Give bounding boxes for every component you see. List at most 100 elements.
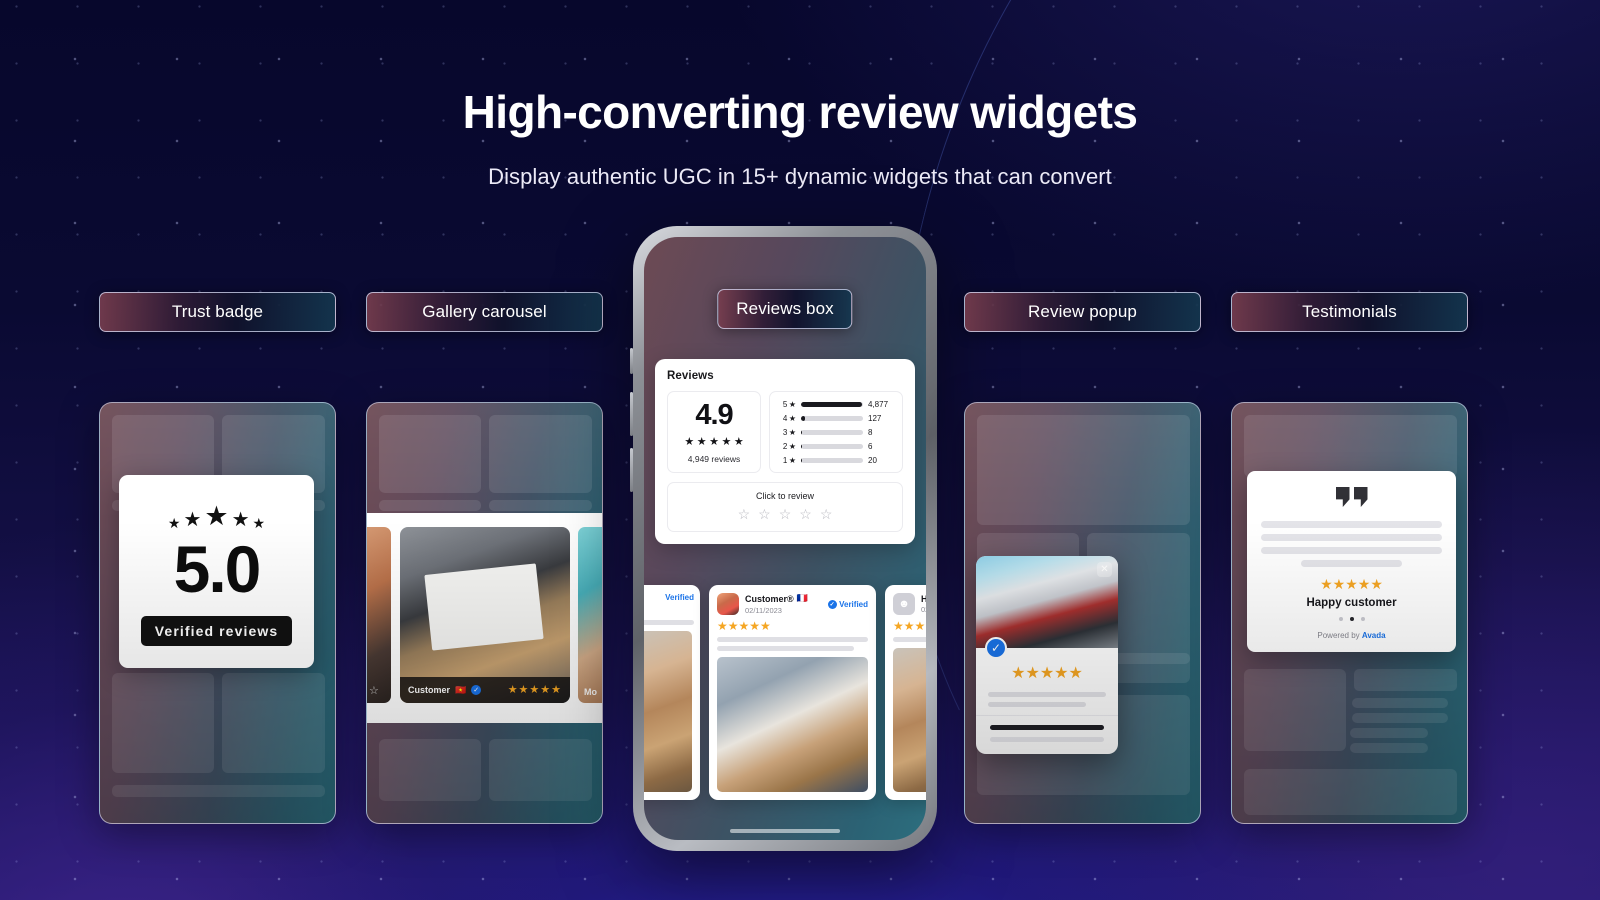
review-text-line xyxy=(644,620,694,625)
phone-screen: Reviews box Reviews 4.9 ★ ★ ★ ★ ★ 4,949 revi… xyxy=(644,237,926,840)
review-card-header: Customer® 🇫🇷 02/11/2023 ✓ Verified xyxy=(709,585,876,619)
carousel-dot-2[interactable] xyxy=(1349,617,1354,621)
testimonial-text-line xyxy=(1261,534,1442,541)
verified-badge: ✓ Verified xyxy=(827,599,868,609)
review-photo[interactable] xyxy=(717,657,868,792)
popup-product-title-line xyxy=(990,725,1104,730)
carousel-slide-active[interactable]: Customer 🇻🇳 ✓ ★★★★★ xyxy=(400,527,570,703)
gallery-carousel-widget[interactable]: ☆ Customer 🇻🇳 ✓ ★★★★★ Mo xyxy=(367,513,602,723)
testimonial-stars: ★★★★★ xyxy=(1320,576,1383,592)
reviews-box-widget[interactable]: Reviews 4.9 ★ ★ ★ ★ ★ 4,949 reviews 5 ★ … xyxy=(655,359,915,544)
breakdown-bar-track xyxy=(801,443,863,449)
review-card[interactable]: ☻ Happy Brand 02/11/2023 ★★★★★ xyxy=(885,585,926,800)
breakdown-star-number: 1 xyxy=(782,455,788,465)
breakdown-bar-track xyxy=(801,429,863,435)
star-icon: ★ xyxy=(788,427,796,437)
review-photo[interactable] xyxy=(644,631,692,792)
placeholder-block xyxy=(379,739,481,801)
click-to-review-stars[interactable]: ☆ ☆ ☆ ☆ ☆ xyxy=(672,507,898,521)
review-author-name: Customer® 🇫🇷 xyxy=(745,593,808,604)
breakdown-star-number: 2 xyxy=(782,441,788,451)
pill-review-popup[interactable]: Review popup xyxy=(964,292,1201,332)
powered-by: Powered by Avada xyxy=(1261,631,1442,640)
column-review-popup: Review popup ✕ ✓ ★★★★★ xyxy=(964,292,1201,824)
placeholder-block xyxy=(489,415,592,493)
trust-badge-score: 5.0 xyxy=(173,532,262,606)
testimonial-author: Happy customer xyxy=(1306,597,1397,609)
reviews-average-stars: ★ ★ ★ ★ ★ xyxy=(684,436,744,448)
carousel-caption-stars: ★★★★★ xyxy=(507,683,562,696)
popup-photo[interactable]: ✕ xyxy=(976,556,1118,648)
person-icon: ☻ xyxy=(898,598,910,610)
testimonial-text-line xyxy=(1300,560,1403,567)
close-icon[interactable]: ✕ xyxy=(1097,562,1112,577)
testimonial-widget[interactable]: ★★★★★ Happy customer Powered by Avada xyxy=(1247,471,1456,652)
verified-label: Verified xyxy=(839,599,868,609)
reviews-breakdown-panel: 5 ★ 4,877 4 ★ 127 3 ★ 8 2 ★ 6 1 ★ 20 xyxy=(769,391,903,473)
review-stars: ★★★★★ xyxy=(893,619,926,633)
carousel-slide-prev[interactable]: ☆ xyxy=(367,527,391,703)
divider xyxy=(976,715,1118,716)
rating-star-2[interactable]: ☆ xyxy=(758,507,771,521)
verified-check-icon: ✓ xyxy=(827,599,837,609)
phone-mockup: Reviews box Reviews 4.9 ★ ★ ★ ★ ★ 4,949 revi… xyxy=(630,226,937,851)
pill-testimonials[interactable]: Testimonials xyxy=(1231,292,1468,332)
pill-trust-badge[interactable]: Trust badge xyxy=(99,292,336,332)
carousel-dots[interactable] xyxy=(1261,617,1442,621)
rating-star-4[interactable]: ☆ xyxy=(799,507,812,521)
placeholder-block xyxy=(977,415,1190,525)
column-trust-badge: Trust badge ★ ★ ★ ★ ★ 5.0 Verified revie… xyxy=(99,292,336,824)
flag-icon: 🇫🇷 xyxy=(796,593,808,604)
powered-by-brand[interactable]: Avada xyxy=(1362,631,1386,640)
carousel-dot-1[interactable] xyxy=(1338,617,1343,621)
click-to-review-panel[interactable]: Click to review ☆ ☆ ☆ ☆ ☆ xyxy=(667,482,903,532)
phone-volume-up-button[interactable] xyxy=(630,392,633,436)
review-card[interactable]: Verified xyxy=(644,585,700,800)
review-date: 02/11/2023 xyxy=(921,605,926,615)
carousel-slide-next[interactable]: Mo xyxy=(578,527,602,703)
rating-star-3[interactable]: ☆ xyxy=(779,507,792,521)
placeholder-line xyxy=(1350,743,1428,753)
review-date: 02/11/2023 xyxy=(745,605,782,615)
rating-star-1[interactable]: ☆ xyxy=(738,507,751,521)
breakdown-count: 8 xyxy=(868,427,873,437)
carousel-dot-3[interactable] xyxy=(1360,617,1365,621)
click-to-review-label: Click to review xyxy=(755,491,814,501)
popup-text-line xyxy=(988,692,1106,697)
flag-icon: 🇻🇳 xyxy=(455,684,467,695)
trust-badge-widget[interactable]: ★ ★ ★ ★ ★ 5.0 Verified reviews xyxy=(119,475,314,668)
review-text-line xyxy=(717,646,854,651)
rating-star-5[interactable]: ☆ xyxy=(820,507,833,521)
placeholder-block xyxy=(489,739,592,801)
placeholder-line xyxy=(1350,728,1428,738)
breakdown-row: 3 ★ 8 xyxy=(778,428,894,437)
trust-badge-stars: ★ ★ ★ ★ ★ xyxy=(167,501,266,531)
popup-product-subtitle-line xyxy=(990,737,1104,742)
carousel-caption-bar: Customer 🇻🇳 ✓ ★★★★★ xyxy=(400,677,570,703)
phone-volume-down-button[interactable] xyxy=(630,448,633,492)
breakdown-count: 127 xyxy=(868,413,882,423)
widget-columns: Trust badge ★ ★ ★ ★ ★ 5.0 Verified revie… xyxy=(0,0,1600,900)
pill-gallery-carousel[interactable]: Gallery carousel xyxy=(366,292,603,332)
mock-site-gallery: ☆ Customer 🇻🇳 ✓ ★★★★★ Mo xyxy=(366,402,603,824)
carousel-slide-star-icon: ☆ xyxy=(369,685,379,697)
reviews-average-score: 4.9 xyxy=(695,399,733,431)
review-stars: ★★★★★ xyxy=(717,619,771,633)
phone-silent-switch[interactable] xyxy=(630,348,633,374)
avatar: ☻ xyxy=(893,593,915,615)
review-cards-strip[interactable]: Verified Customer® � xyxy=(644,585,926,800)
pill-reviews-box[interactable]: Reviews box xyxy=(717,289,853,329)
testimonial-text-line xyxy=(1261,547,1442,554)
review-popup-widget[interactable]: ✕ ✓ ★★★★★ xyxy=(976,556,1118,754)
carousel-caption-name: Customer xyxy=(408,685,451,695)
mock-site-popup: ✕ ✓ ★★★★★ xyxy=(964,402,1201,824)
placeholder-line xyxy=(112,785,325,797)
breakdown-count: 6 xyxy=(868,441,873,451)
review-photo[interactable] xyxy=(893,648,926,792)
placeholder-line xyxy=(1354,669,1457,691)
reviews-total-count: 4,949 reviews xyxy=(687,454,741,464)
breakdown-bar-fill xyxy=(801,415,805,421)
breakdown-star-number: 3 xyxy=(782,427,788,437)
verified-label: Verified xyxy=(665,593,694,602)
review-card[interactable]: Customer® 🇫🇷 02/11/2023 ✓ Verified ★★★★★ xyxy=(709,585,876,800)
